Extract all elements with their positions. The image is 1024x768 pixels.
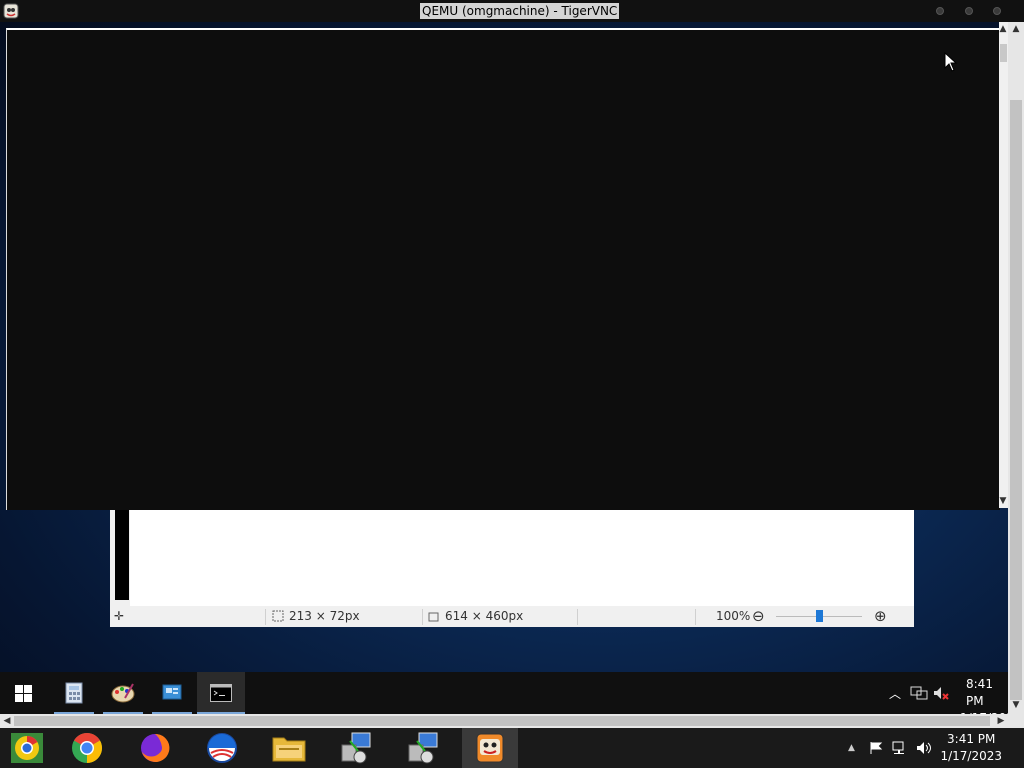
- zoom-out-icon[interactable]: ⊖: [752, 607, 765, 625]
- tigervnc-icon[interactable]: [3, 3, 19, 19]
- taskbar-firefox[interactable]: [127, 728, 183, 768]
- selection-size: 213 × 72px: [289, 609, 360, 623]
- taskbar-control-panel[interactable]: [148, 672, 196, 714]
- console-icon: [210, 684, 232, 702]
- taskbar-chromium[interactable]: [0, 728, 56, 768]
- hscroll-right-icon[interactable]: ▶: [994, 714, 1008, 728]
- vscroll-thumb[interactable]: [1010, 100, 1022, 700]
- taskbar-console[interactable]: [197, 672, 245, 714]
- move-icon: ✛: [114, 609, 125, 623]
- control-panel-icon: [162, 684, 182, 700]
- paint-statusbar: ✛ 213 × 72px 614 × 460px 100% ⊖ ⊕: [110, 606, 914, 627]
- network-icon[interactable]: [910, 686, 928, 700]
- selection-icon: [272, 610, 284, 622]
- action-center-flag-icon[interactable]: [869, 741, 883, 755]
- maximize-button[interactable]: [965, 7, 973, 15]
- paint-icon: [111, 683, 135, 703]
- minimize-button[interactable]: [936, 7, 944, 15]
- taskbar-network-installer-2[interactable]: [395, 728, 451, 768]
- taskbar-chrome[interactable]: [60, 728, 116, 768]
- volume-muted-icon[interactable]: [933, 686, 951, 700]
- host-taskbar: ▲ 3:41 PM 1/17/2023: [0, 728, 1024, 768]
- remote-clock-time: 8:41 PM: [966, 677, 993, 708]
- tigervnc-icon: [476, 733, 504, 763]
- hscroll-thumb[interactable]: [14, 716, 990, 726]
- host-network-icon[interactable]: [892, 741, 910, 755]
- taskbar-obama[interactable]: [194, 728, 250, 768]
- canvas-size-icon: [428, 610, 440, 622]
- console-scrollbar[interactable]: ▲ ▼: [999, 22, 1008, 508]
- close-button[interactable]: [993, 7, 1001, 15]
- remote-taskbar: ︿ 8:41 PM 1/17/2023: [0, 672, 1022, 725]
- taskbar-paint[interactable]: [99, 672, 147, 714]
- chromium-icon: [11, 733, 43, 763]
- obama-icon: [207, 733, 237, 763]
- vnc-titlebar: QEMU (omgmachine) - TigerVNC: [0, 0, 1024, 22]
- taskbar-file-manager[interactable]: [261, 728, 317, 768]
- mouse-cursor-icon: [944, 52, 958, 72]
- zoom-slider-thumb[interactable]: [816, 610, 823, 622]
- start-button[interactable]: [0, 672, 48, 714]
- zoom-in-icon[interactable]: ⊕: [874, 607, 887, 625]
- host-volume-icon[interactable]: [916, 741, 934, 755]
- taskbar-calculator[interactable]: [50, 672, 98, 714]
- host-tray-chevron-icon[interactable]: ▲: [848, 743, 855, 753]
- scrollbar-corner: [1008, 714, 1024, 728]
- taskbar-tigervnc[interactable]: [462, 728, 518, 768]
- zoom-level: 100%: [716, 609, 751, 623]
- network-installer-icon: [341, 732, 371, 764]
- console-window[interactable]: [6, 28, 1000, 510]
- tray-chevron-icon[interactable]: ︿: [889, 685, 901, 702]
- canvas-size: 614 × 460px: [445, 609, 524, 623]
- window-title: QEMU (omgmachine) - TigerVNC: [420, 3, 620, 19]
- vscroll-down-icon[interactable]: ▼: [1009, 698, 1023, 712]
- host-clock-time: 3:41 PM: [947, 732, 996, 746]
- host-horizontal-scrollbar[interactable]: ◀ ▶: [0, 714, 1008, 728]
- network-installer-icon-2: [408, 732, 438, 764]
- hscroll-left-icon[interactable]: ◀: [0, 714, 14, 728]
- chrome-icon: [72, 733, 103, 763]
- calculator-icon: [65, 682, 83, 704]
- host-clock-date: 1/17/2023: [940, 749, 1002, 763]
- start-icon: [15, 685, 32, 702]
- host-vertical-scrollbar[interactable]: ▲ ▼: [1008, 22, 1024, 714]
- console-scroll-thumb[interactable]: [1000, 44, 1007, 62]
- firefox-icon: [141, 733, 170, 762]
- file-manager-icon: [272, 737, 306, 762]
- taskbar-network-installer[interactable]: [328, 728, 384, 768]
- vscroll-up-icon[interactable]: ▲: [1009, 22, 1023, 36]
- host-clock[interactable]: 3:41 PM 1/17/2023: [940, 731, 1002, 765]
